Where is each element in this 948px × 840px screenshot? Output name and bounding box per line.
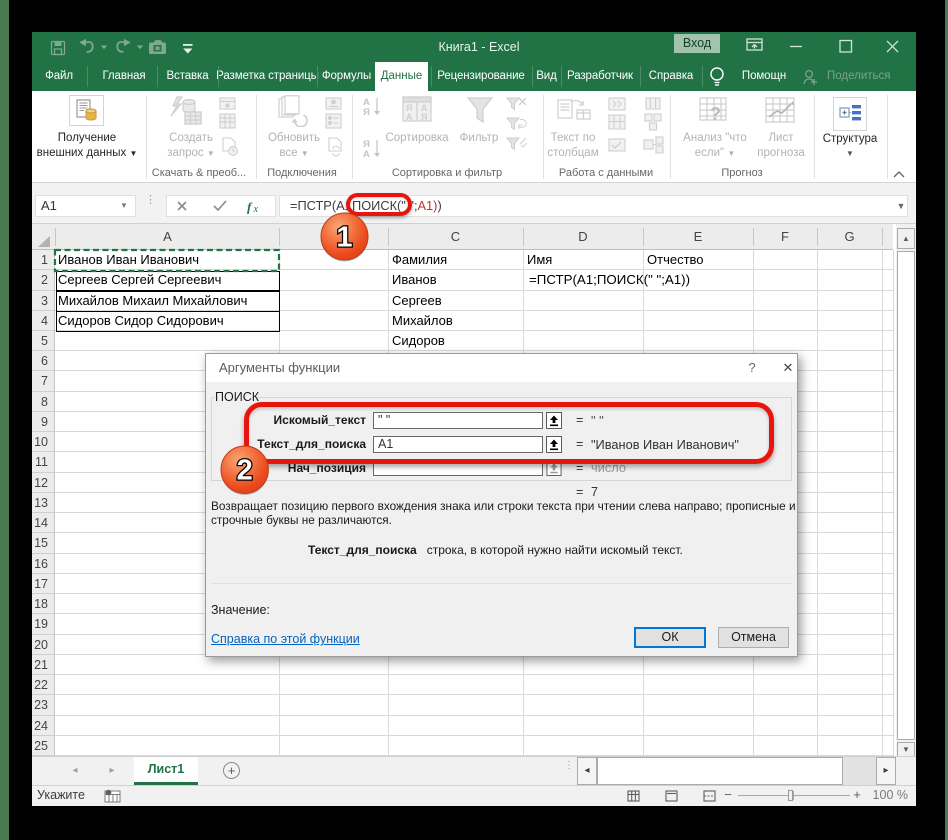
svg-text:2: 2	[236, 454, 252, 486]
svg-text:?: ?	[710, 104, 721, 124]
svg-text:f: f	[247, 200, 253, 215]
svg-text:Я: Я	[421, 112, 427, 122]
svg-text:Я: Я	[363, 107, 370, 117]
svg-text:1: 1	[336, 222, 352, 254]
svg-text:x: x	[253, 204, 259, 215]
svg-text:А: А	[363, 149, 370, 159]
svg-text:А: А	[406, 112, 413, 122]
